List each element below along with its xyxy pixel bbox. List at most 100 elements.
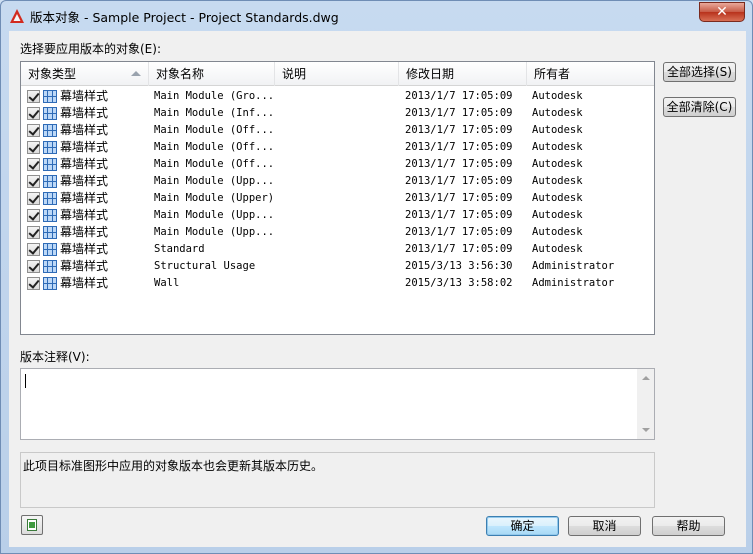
cell-owner: Autodesk xyxy=(532,158,583,170)
cell-type: 幕墙样式 xyxy=(60,106,109,120)
cell-owner: Autodesk xyxy=(532,226,583,238)
column-header-description[interactable]: 说明 xyxy=(275,62,399,86)
column-header-owner[interactable]: 所有者 xyxy=(527,62,654,86)
cell-name: Main Module (Upp... xyxy=(154,226,275,238)
ok-button[interactable]: 确定 xyxy=(486,516,559,536)
version-history-icon xyxy=(27,519,37,531)
row-checkbox[interactable] xyxy=(27,175,40,188)
cell-type: 幕墙样式 xyxy=(60,157,109,171)
row-checkbox[interactable] xyxy=(27,209,40,222)
curtain-wall-grid-icon xyxy=(43,107,57,120)
column-header-label: 对象类型 xyxy=(28,67,77,81)
objects-prompt-label: 选择要应用版本的对象(E): xyxy=(20,42,161,56)
curtain-wall-grid-icon xyxy=(43,260,57,273)
table-row[interactable]: 幕墙样式 Main Module (Upp... 2013/1/7 17:05:09… xyxy=(21,224,654,241)
cell-date: 2015/3/13 3:58:02 xyxy=(405,277,513,289)
cell-date: 2013/1/7 17:05:09 xyxy=(405,192,513,204)
curtain-wall-grid-icon xyxy=(43,209,57,222)
cell-date: 2013/1/7 17:05:09 xyxy=(405,243,513,255)
dialog-body: 选择要应用版本的对象(E): 对象类型 对象名称 说明 修改日期 所有者 幕墙样… xyxy=(9,31,746,547)
cell-owner: Autodesk xyxy=(532,107,583,119)
list-header: 对象类型 对象名称 说明 修改日期 所有者 xyxy=(21,62,654,86)
table-row[interactable]: 幕墙样式 Wall 2015/3/13 3:58:02 Administrator xyxy=(21,275,654,292)
cell-date: 2013/1/7 17:05:09 xyxy=(405,90,513,102)
help-button[interactable]: 帮助 xyxy=(652,516,725,536)
cell-date: 2013/1/7 17:05:09 xyxy=(405,141,513,153)
info-text: 此项目标准图形中应用的对象版本也会更新其版本历史。 xyxy=(23,459,324,473)
version-notes-input[interactable] xyxy=(20,368,655,440)
cell-date: 2015/3/13 3:56:30 xyxy=(405,260,513,272)
cell-type: 幕墙样式 xyxy=(60,89,109,103)
cell-name: Standard xyxy=(154,243,205,255)
title-bar[interactable]: 版本对象 - Sample Project - Project Standard… xyxy=(1,1,752,29)
table-row[interactable]: 幕墙样式 Main Module (Upper) 2013/1/7 17:05:09… xyxy=(21,190,654,207)
notes-label: 版本注释(V): xyxy=(20,350,90,364)
row-checkbox[interactable] xyxy=(27,277,40,290)
cell-owner: Autodesk xyxy=(532,124,583,136)
table-row[interactable]: 幕墙样式 Main Module (Off... 2013/1/7 17:05:09… xyxy=(21,139,654,156)
cell-owner: Autodesk xyxy=(532,175,583,187)
info-panel: 此项目标准图形中应用的对象版本也会更新其版本历史。 xyxy=(20,452,655,508)
column-header-type[interactable]: 对象类型 xyxy=(21,62,149,86)
row-checkbox[interactable] xyxy=(27,141,40,154)
cell-name: Main Module (Gro... xyxy=(154,90,275,102)
version-history-button[interactable] xyxy=(21,515,43,535)
cell-name: Structural Usage xyxy=(154,260,256,272)
table-row[interactable]: 幕墙样式 Structural Usage 2015/3/13 3:56:30 Adm… xyxy=(21,258,654,275)
row-checkbox[interactable] xyxy=(27,260,40,273)
dialog-window: 版本对象 - Sample Project - Project Standard… xyxy=(0,0,753,554)
objects-list[interactable]: 对象类型 对象名称 说明 修改日期 所有者 幕墙样式 Main Module (G… xyxy=(20,61,655,335)
cell-name: Main Module (Upper) xyxy=(154,192,275,204)
cancel-button[interactable]: 取消 xyxy=(568,516,641,536)
cell-type: 幕墙样式 xyxy=(60,174,109,188)
cell-name: Main Module (Upp... xyxy=(154,209,275,221)
clear-all-button[interactable]: 全部清除(C) xyxy=(663,97,736,117)
column-header-date[interactable]: 修改日期 xyxy=(399,62,527,86)
close-button[interactable]: ✕ xyxy=(699,2,745,22)
table-row[interactable]: 幕墙样式 Main Module (Upp... 2013/1/7 17:05:09… xyxy=(21,173,654,190)
window-title: 版本对象 - Sample Project - Project Standard… xyxy=(30,10,339,25)
table-row[interactable]: 幕墙样式 Main Module (Upp... 2013/1/7 17:05:09… xyxy=(21,207,654,224)
table-row[interactable]: 幕墙样式 Main Module (Off... 2013/1/7 17:05:09… xyxy=(21,122,654,139)
table-row[interactable]: 幕墙样式 Main Module (Inf... 2013/1/7 17:05:09… xyxy=(21,105,654,122)
cell-name: Main Module (Off... xyxy=(154,141,275,153)
select-all-button[interactable]: 全部选择(S) xyxy=(663,62,736,82)
cell-date: 2013/1/7 17:05:09 xyxy=(405,209,513,221)
scroll-up-icon[interactable] xyxy=(642,376,650,380)
cell-type: 幕墙样式 xyxy=(60,242,109,256)
cell-name: Main Module (Inf... xyxy=(154,107,275,119)
cell-date: 2013/1/7 17:05:09 xyxy=(405,226,513,238)
curtain-wall-grid-icon xyxy=(43,124,57,137)
cell-type: 幕墙样式 xyxy=(60,276,109,290)
cell-name: Main Module (Upp... xyxy=(154,175,275,187)
row-checkbox[interactable] xyxy=(27,226,40,239)
curtain-wall-grid-icon xyxy=(43,175,57,188)
row-checkbox[interactable] xyxy=(27,192,40,205)
cell-name: Main Module (Off... xyxy=(154,158,275,170)
curtain-wall-grid-icon xyxy=(43,192,57,205)
cell-owner: Autodesk xyxy=(532,192,583,204)
cell-type: 幕墙样式 xyxy=(60,191,109,205)
row-checkbox[interactable] xyxy=(27,158,40,171)
cell-date: 2013/1/7 17:05:09 xyxy=(405,124,513,136)
row-checkbox[interactable] xyxy=(27,243,40,256)
row-checkbox[interactable] xyxy=(27,90,40,103)
table-row[interactable]: 幕墙样式 Standard 2013/1/7 17:05:09 Autodesk xyxy=(21,241,654,258)
column-header-name[interactable]: 对象名称 xyxy=(149,62,275,86)
notes-scrollbar[interactable] xyxy=(637,369,654,439)
cell-type: 幕墙样式 xyxy=(60,225,109,239)
curtain-wall-grid-icon xyxy=(43,158,57,171)
cell-type: 幕墙样式 xyxy=(60,208,109,222)
cell-type: 幕墙样式 xyxy=(60,123,109,137)
curtain-wall-grid-icon xyxy=(43,243,57,256)
text-caret xyxy=(25,374,26,388)
row-checkbox[interactable] xyxy=(27,107,40,120)
curtain-wall-grid-icon xyxy=(43,90,57,103)
row-checkbox[interactable] xyxy=(27,124,40,137)
scroll-down-icon[interactable] xyxy=(642,428,650,432)
cell-name: Wall xyxy=(154,277,180,289)
cell-date: 2013/1/7 17:05:09 xyxy=(405,158,513,170)
cell-owner: Autodesk xyxy=(532,243,583,255)
table-row[interactable]: 幕墙样式 Main Module (Gro... 2013/1/7 17:05:09… xyxy=(21,88,654,105)
table-row[interactable]: 幕墙样式 Main Module (Off... 2013/1/7 17:05:09… xyxy=(21,156,654,173)
